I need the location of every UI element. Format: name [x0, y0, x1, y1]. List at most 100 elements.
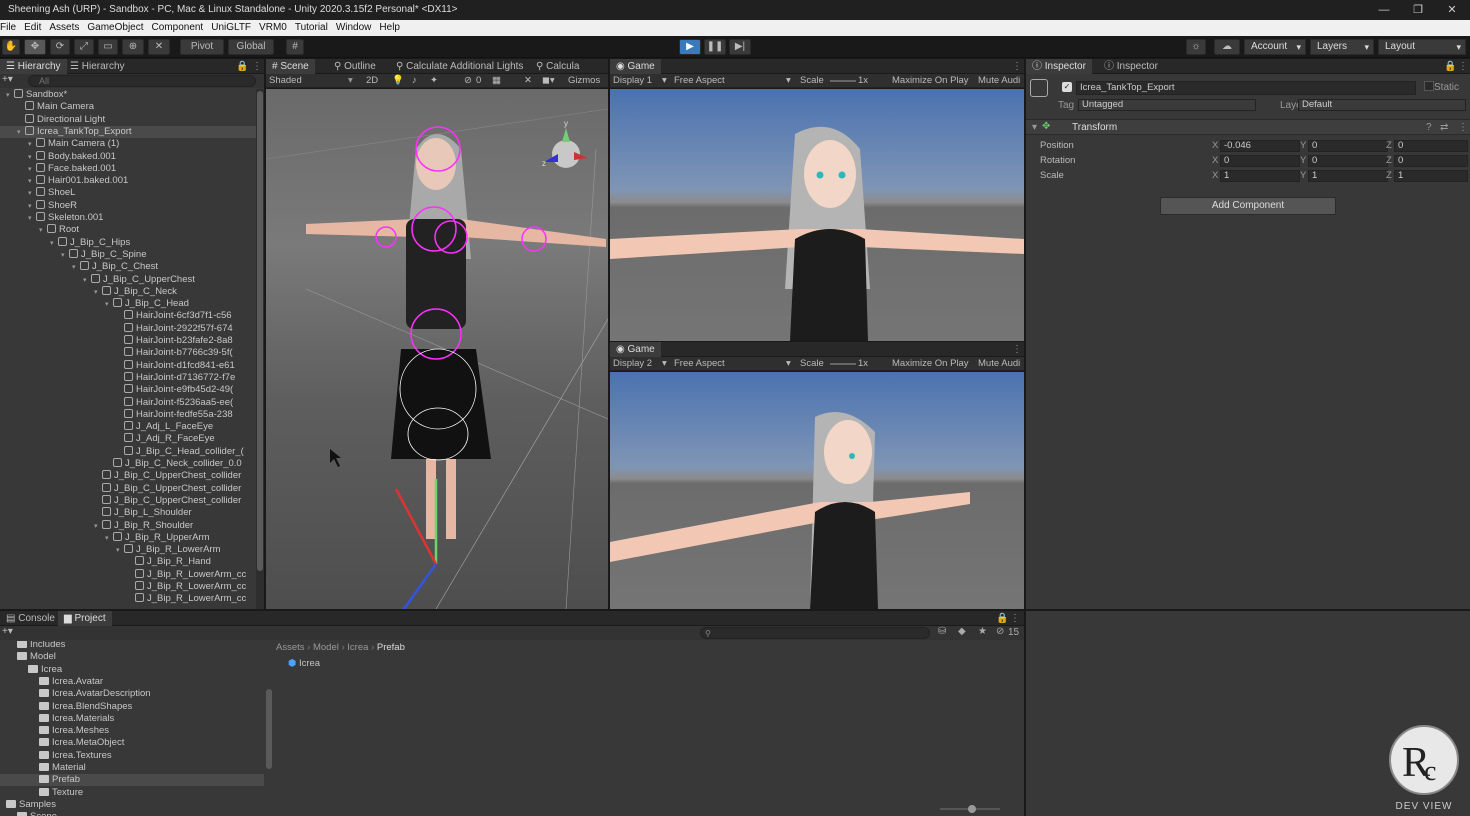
hierarchy-item[interactable]: HairJoint-e9fb45d2-49( [0, 384, 256, 396]
help-icon[interactable]: ? [1426, 122, 1432, 133]
foldout-arrow-icon[interactable]: ▾ [72, 262, 80, 274]
rect-tool-icon[interactable]: ▭ [98, 39, 118, 55]
foldout-arrow-icon[interactable]: ▾ [50, 238, 58, 250]
project-folder-item[interactable]: Icrea.Textures [0, 750, 264, 762]
tab-game-1[interactable]: ◉ Game [610, 59, 661, 74]
foldout-arrow-icon[interactable]: ▾ [105, 299, 113, 311]
hierarchy-item[interactable]: ▾ J_Bip_R_Shoulder [0, 519, 256, 533]
menu-tutorial[interactable]: Tutorial [291, 20, 332, 36]
hierarchy-item[interactable]: J_Bip_R_LowerArm_cc [0, 568, 256, 581]
move-gizmo-z[interactable] [386, 563, 438, 609]
orientation-gizmo[interactable]: z y [542, 119, 588, 168]
breadcrumb-icrea[interactable]: Icrea [347, 642, 368, 653]
hierarchy-item[interactable]: ▾ J_Bip_C_Hips [0, 236, 256, 250]
hierarchy-item[interactable]: ▾ ShoeL [0, 187, 256, 199]
project-folder-item[interactable]: Scene [0, 811, 264, 816]
tab-outline[interactable]: ⚲ Outline [328, 59, 382, 74]
hierarchy-item[interactable]: ▾ J_Bip_R_UpperArm [0, 531, 256, 545]
hierarchy-item[interactable]: ▾ Body.baked.001 [0, 150, 256, 163]
effects-icon[interactable]: ✦ [430, 74, 438, 88]
hierarchy-item[interactable]: ▾ Main Camera (1) [0, 138, 256, 150]
favorite-icon[interactable]: ★ [978, 626, 987, 637]
project-folder-item[interactable]: Model [0, 651, 264, 663]
display-dropdown-2[interactable]: Display 2 [613, 357, 652, 371]
tab-inspector[interactable]: ⓘ Inspector [1026, 59, 1092, 74]
hierarchy-item[interactable]: ▾ ShoeR [0, 199, 256, 212]
rotation-y-field[interactable]: 0 [1308, 155, 1388, 167]
hierarchy-item[interactable]: J_Bip_R_LowerArm_cc [0, 593, 256, 605]
lock-icon[interactable]: 🔒 [996, 611, 1008, 626]
scale-slider-2[interactable] [830, 363, 856, 365]
aspect-arrow-icon[interactable]: ▾ [786, 74, 791, 88]
project-folder-item[interactable]: Material [0, 762, 264, 774]
menu-component[interactable]: Component [148, 20, 208, 36]
hierarchy-item[interactable]: J_Bip_C_UpperChest_collider [0, 482, 256, 495]
tab-inspector-2[interactable]: ⓘ Inspector [1098, 59, 1164, 74]
shading-dropdown[interactable]: Shaded [269, 74, 302, 88]
more-icon[interactable]: ⋮ [1012, 59, 1022, 74]
foldout-arrow-icon[interactable]: ▾ [28, 139, 36, 151]
hierarchy-item[interactable]: HairJoint-b7766c39-5f( [0, 347, 256, 359]
foldout-arrow-icon[interactable]: ▾ [94, 521, 102, 533]
play-button[interactable]: ▶ [679, 39, 701, 55]
filter-type-icon[interactable]: ⛁ [938, 626, 946, 637]
hierarchy-item[interactable]: HairJoint-6cf3d7f1-c56 [0, 310, 256, 322]
foldout-arrow-icon[interactable]: ▾ [1032, 122, 1037, 133]
foldout-arrow-icon[interactable]: ▾ [28, 213, 36, 225]
menu-edit[interactable]: Edit [20, 20, 45, 36]
render-icon[interactable]: ◼▾ [542, 74, 555, 88]
rotation-z-field[interactable]: 0 [1394, 155, 1468, 167]
rotation-x-field[interactable]: 0 [1220, 155, 1300, 167]
minimize-button[interactable]: — [1366, 0, 1402, 20]
foldout-arrow-icon[interactable]: ▾ [61, 250, 69, 262]
aspect-dropdown-1[interactable]: Free Aspect [674, 74, 725, 88]
object-name-field[interactable]: Icrea_TankTop_Export [1076, 81, 1416, 95]
hidden-packages-icon[interactable]: ⊘ [996, 626, 1004, 637]
hierarchy-item[interactable]: Main Camera [0, 101, 256, 113]
project-tree-scrollbar[interactable] [266, 689, 272, 769]
hierarchy-item[interactable]: J_Bip_R_LowerArm_cc [0, 581, 256, 593]
hierarchy-item[interactable]: HairJoint-2922f57f-674 [0, 322, 256, 335]
foldout-arrow-icon[interactable]: ▾ [6, 90, 14, 102]
scale-z-field[interactable]: 1 [1394, 170, 1468, 182]
static-checkbox[interactable] [1424, 81, 1434, 91]
camera-icon[interactable]: ▦ [492, 74, 501, 88]
project-folder-item[interactable]: Texture [0, 787, 264, 799]
tab-game-2[interactable]: ◉ Game [610, 342, 661, 357]
tag-dropdown[interactable]: Untagged [1078, 99, 1256, 111]
hierarchy-item[interactable]: HairJoint-d1fcd841-e61 [0, 359, 256, 372]
maximize-toggle-2[interactable]: Maximize On Play [892, 357, 969, 371]
hierarchy-item[interactable]: J_Adj_R_FaceEye [0, 433, 256, 445]
scale-tool-icon[interactable]: ⤢ [74, 39, 94, 55]
asset-item[interactable]: ⬢ Icrea [288, 658, 320, 670]
hierarchy-search-input[interactable] [28, 75, 256, 87]
breadcrumb-assets[interactable]: Assets [276, 642, 305, 653]
display-arrow-icon[interactable]: ▾ [662, 74, 667, 88]
layer-dropdown[interactable]: Default [1298, 99, 1466, 111]
foldout-arrow-icon[interactable]: ▾ [39, 225, 47, 237]
maximize-toggle-1[interactable]: Maximize On Play [892, 74, 969, 88]
hierarchy-item[interactable]: J_Bip_C_UpperChest_collider [0, 494, 256, 507]
project-folder-item[interactable]: Samples [0, 799, 264, 811]
menu-gameobject[interactable]: GameObject [83, 20, 147, 36]
project-folder-item[interactable]: Icrea [0, 664, 264, 676]
gizmos-dropdown[interactable]: Gizmos [568, 74, 600, 88]
tools-icon[interactable]: ✕ [524, 74, 532, 88]
more-icon[interactable]: ⋮ [1458, 122, 1468, 133]
project-folder-item[interactable]: Icrea.Meshes [0, 725, 264, 737]
grid-snap-icon[interactable]: # [286, 39, 304, 55]
mute-toggle-1[interactable]: Mute Audi [978, 74, 1020, 88]
add-icon[interactable]: +▾ [2, 626, 13, 637]
collab-icon[interactable]: ☼ [1186, 39, 1206, 55]
hierarchy-item[interactable]: J_Bip_C_UpperChest_collider [0, 470, 256, 482]
position-z-field[interactable]: 0 [1394, 140, 1468, 152]
hierarchy-item[interactable]: HairJoint-f5236aa5-ee( [0, 396, 256, 409]
hierarchy-item[interactable]: J_Bip_R_Hand [0, 556, 256, 568]
aspect-arrow-icon[interactable]: ▾ [786, 357, 791, 371]
scene-viewport[interactable]: z y [266, 89, 608, 609]
tab-hierarchy[interactable]: ☰ Hierarchy [0, 59, 67, 74]
project-folder-item[interactable]: Icrea.MetaObject [0, 737, 264, 749]
filter-label-icon[interactable]: ◆ [958, 626, 966, 637]
hierarchy-item[interactable]: ▾ Face.baked.001 [0, 162, 256, 175]
foldout-arrow-icon[interactable]: ▾ [105, 533, 113, 545]
